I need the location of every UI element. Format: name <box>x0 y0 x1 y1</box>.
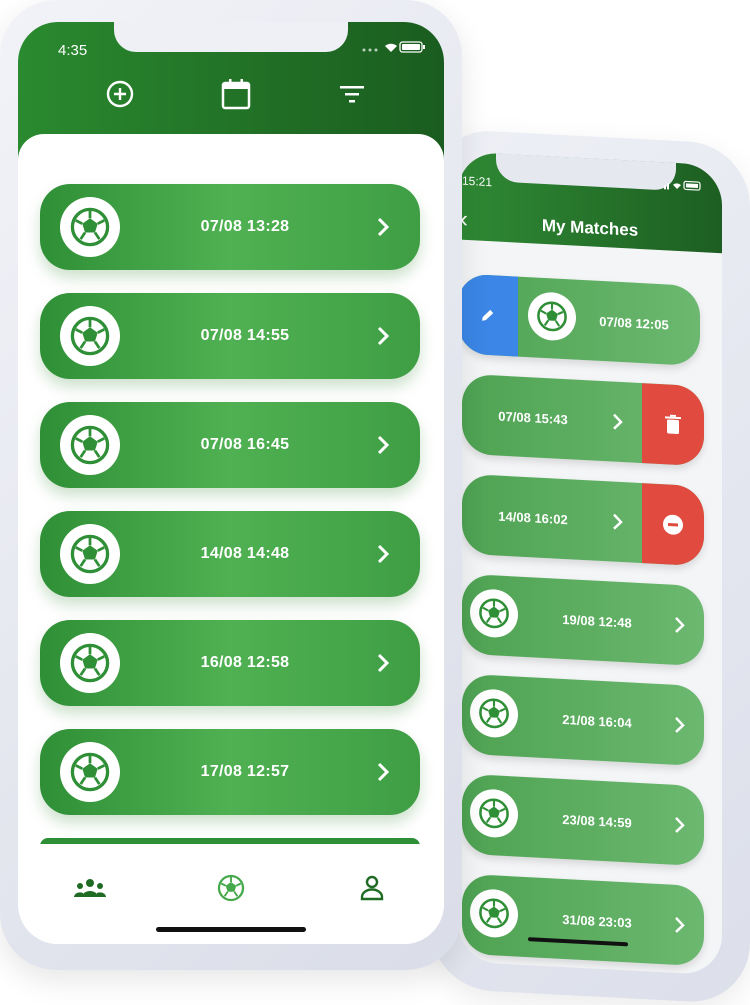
match-datetime: 19/08 12:48 <box>562 611 632 631</box>
match-datetime: 23/08 14:59 <box>562 811 632 831</box>
chevron-right-icon <box>376 511 390 597</box>
edit-button[interactable] <box>458 273 518 357</box>
match-list: 07/08 13:28 07/08 14:55 07/08 16:45 14/0… <box>18 134 444 834</box>
match-datetime: 07/08 12:05 <box>599 313 669 333</box>
match-datetime: 17/08 12:57 <box>200 763 290 780</box>
match-datetime: 07/08 16:45 <box>200 436 290 453</box>
chevron-right-icon <box>376 184 390 270</box>
filter-icon[interactable] <box>334 76 370 112</box>
soccer-ball-icon <box>60 197 120 257</box>
match-row[interactable]: 07/08 16:45 <box>40 402 420 488</box>
chevron-right-icon <box>376 402 390 488</box>
remove-button[interactable] <box>642 483 704 567</box>
profile-icon <box>360 875 384 901</box>
primary-phone-frame: 4:35 07/08 13:28 07/08 14:55 07/08 16:45… <box>0 0 462 970</box>
soccer-ball-icon <box>470 788 518 839</box>
match-row[interactable]: 14/08 14:48 <box>40 511 420 597</box>
match-row-swiped-edit[interactable]: 07/08 12:05 <box>458 273 700 367</box>
match-row[interactable]: 07/08 14:55 <box>40 293 420 379</box>
match-datetime: 07/08 14:55 <box>200 327 290 344</box>
chevron-right-icon <box>376 729 390 815</box>
calendar-icon[interactable] <box>218 76 254 112</box>
trash-icon <box>665 414 681 434</box>
chevron-right-icon <box>674 585 686 666</box>
match-row[interactable]: 19/08 12:48 <box>462 573 704 667</box>
phone-notch <box>114 22 348 52</box>
soccer-ball-icon <box>60 524 120 584</box>
chevron-right-icon <box>376 620 390 706</box>
match-row[interactable]: 16/08 12:58 <box>40 620 420 706</box>
match-row[interactable]: 07/08 13:28 <box>40 184 420 270</box>
soccer-ball-icon <box>60 415 120 475</box>
chevron-right-icon <box>612 382 624 463</box>
chevron-right-icon <box>376 293 390 379</box>
match-row[interactable]: 31/08 23:03 <box>462 873 704 967</box>
soccer-ball-icon <box>470 888 518 939</box>
status-icons <box>360 40 426 54</box>
status-icons <box>664 178 704 195</box>
my-matches-header: 15:21 ‹ My Matches <box>458 151 722 254</box>
match-row[interactable]: 17/08 12:57 <box>40 729 420 815</box>
soccer-ball-icon <box>470 688 518 739</box>
soccer-ball-icon <box>470 588 518 639</box>
match-datetime: 14/08 16:02 <box>498 508 568 527</box>
status-time: 4:35 <box>58 42 88 59</box>
match-datetime: 21/08 16:04 <box>562 711 632 731</box>
soccer-ball-icon <box>60 742 120 802</box>
match-datetime: 31/08 23:03 <box>562 911 632 931</box>
chevron-right-icon <box>674 785 686 866</box>
tab-matches[interactable] <box>211 868 251 908</box>
home-indicator <box>156 927 306 932</box>
secondary-phone-frame: 15:21 ‹ My Matches 07/08 12:05 07/08 15:… <box>430 128 750 1005</box>
match-row[interactable]: 21/08 16:04 <box>462 673 704 767</box>
match-datetime: 16/08 12:58 <box>200 654 290 671</box>
my-matches-screen: 15:21 ‹ My Matches 07/08 12:05 07/08 15:… <box>458 151 722 976</box>
tab-team[interactable] <box>70 868 110 908</box>
team-icon <box>74 879 106 897</box>
soccer-ball-icon <box>60 306 120 366</box>
match-row-swiped-remove[interactable]: 14/08 16:02 <box>462 473 704 567</box>
chevron-right-icon <box>612 482 624 563</box>
match-datetime: 14/08 14:48 <box>200 545 290 562</box>
signal-wifi-battery-icon <box>664 180 701 191</box>
add-circle-icon[interactable] <box>102 76 138 112</box>
tab-profile[interactable] <box>352 868 392 908</box>
pencil-icon <box>482 309 494 321</box>
chevron-right-icon <box>674 685 686 766</box>
phone-notch <box>496 151 676 191</box>
soccer-ball-icon <box>60 633 120 693</box>
page-title: My Matches <box>541 215 639 240</box>
status-time: 15:21 <box>462 173 493 190</box>
soccer-ball-icon <box>528 291 576 342</box>
match-row-swiped-delete[interactable]: 07/08 15:43 <box>462 373 704 467</box>
signal-wifi-battery-icon <box>362 41 425 53</box>
chevron-right-icon <box>674 885 686 966</box>
match-row[interactable]: 23/08 14:59 <box>462 773 704 867</box>
match-datetime: 07/08 15:43 <box>498 408 568 427</box>
delete-button[interactable] <box>642 383 704 467</box>
matches-screen: 4:35 07/08 13:28 07/08 14:55 07/08 16:45… <box>18 22 444 944</box>
minus-circle-icon <box>663 514 683 535</box>
match-datetime: 07/08 13:28 <box>200 218 290 235</box>
match-list: 07/08 12:05 07/08 15:43 14/08 16:02 19/0… <box>458 273 722 967</box>
soccer-ball-icon <box>217 874 245 902</box>
